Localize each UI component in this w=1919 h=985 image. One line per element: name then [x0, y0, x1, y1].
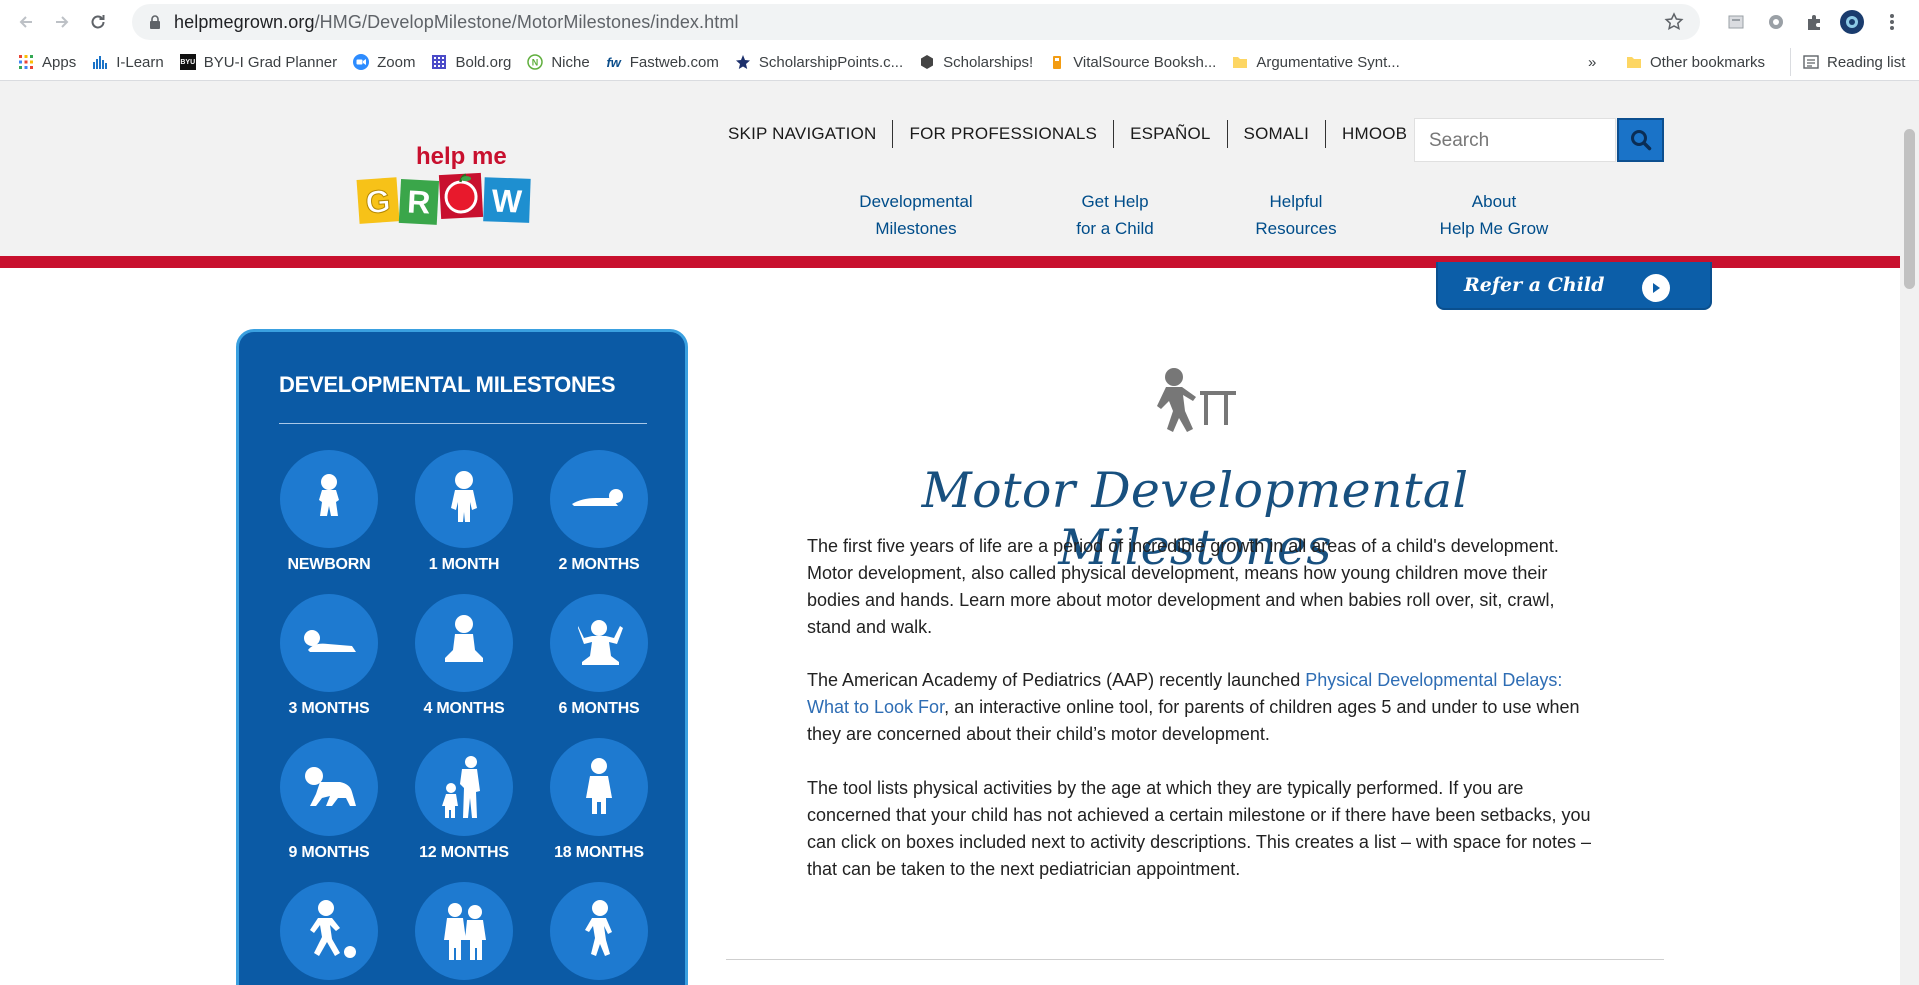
bookmark-scholarships[interactable]: Scholarships!: [911, 48, 1041, 76]
bookmark-zoom[interactable]: Zoom: [345, 48, 423, 76]
reload-icon[interactable]: [80, 4, 116, 40]
bookmark-argumentative[interactable]: Argumentative Synt...: [1224, 48, 1407, 76]
ilearn-icon: [92, 54, 108, 70]
search-input[interactable]: Search: [1414, 118, 1616, 162]
help-me-grow-logo[interactable]: help me G R W: [356, 140, 552, 230]
extension-page-icon[interactable]: [1724, 10, 1748, 34]
profile-avatar[interactable]: [1840, 10, 1864, 34]
sidebar-divider: [279, 423, 647, 424]
somali-link[interactable]: SOMALI: [1228, 121, 1325, 147]
milestone-newborn[interactable]: NEWBORN: [269, 450, 389, 574]
star-badge-icon: [735, 54, 751, 70]
forward-icon[interactable]: [44, 4, 80, 40]
folder-icon: [1232, 54, 1248, 70]
address-bar[interactable]: helpmegrown.org/HMG/DevelopMilestone/Mot…: [132, 4, 1700, 40]
milestone-1-month[interactable]: 1 MONTH: [404, 450, 524, 574]
bookmark-other[interactable]: Other bookmarks: [1618, 48, 1773, 76]
bookmark-scholarshippoints[interactable]: ScholarshipPoints.c...: [727, 48, 911, 76]
lock-icon: [150, 15, 160, 29]
menu-kebab-icon[interactable]: [1880, 10, 1904, 34]
milestone-3-months[interactable]: 3 MONTHS: [269, 594, 389, 718]
intro-paragraph: The first five years of life are a perio…: [807, 536, 1559, 637]
espanol-link[interactable]: ESPAÑOL: [1114, 121, 1226, 147]
parent-child-walking-icon: [415, 738, 513, 836]
child-jumping-icon: [550, 882, 648, 980]
milestone-3-years[interactable]: [404, 882, 524, 980]
byu-icon: BYU: [179, 54, 196, 70]
svg-text:R: R: [406, 183, 431, 220]
toddler-cruising-icon: [1150, 365, 1240, 445]
bold-icon: [431, 54, 447, 70]
search-button[interactable]: [1617, 118, 1664, 162]
baby-sitting-icon: [415, 594, 513, 692]
baby-arms-up-icon: [550, 594, 648, 692]
scrollbar-thumb[interactable]: [1904, 129, 1915, 289]
browser-window: helpmegrown.org/HMG/DevelopMilestone/Mot…: [0, 0, 1919, 985]
play-arrow-icon: [1642, 274, 1670, 302]
baby-crawling-icon: [280, 738, 378, 836]
niche-icon: N: [527, 54, 544, 70]
for-professionals-link[interactable]: FOR PROFESSIONALS: [893, 121, 1113, 147]
svg-text:help me: help me: [416, 143, 507, 170]
milestone-2-years[interactable]: [269, 882, 389, 980]
bookmark-apps[interactable]: Apps: [10, 48, 84, 76]
bookmark-ilearn[interactable]: I-Learn: [84, 48, 172, 76]
apps-grid-icon: [18, 54, 34, 70]
bookmark-byu-grad-planner[interactable]: BYU BYU-I Grad Planner: [172, 48, 345, 76]
url-text: helpmegrown.org/HMG/DevelopMilestone/Mot…: [174, 11, 739, 32]
svg-text:N: N: [532, 58, 539, 68]
milestones-sidebar: DEVELOPMENTAL MILESTONES NEWBORN 1 MONTH…: [236, 329, 688, 985]
milestone-2-months[interactable]: 2 MONTHS: [539, 450, 659, 574]
milestone-9-months[interactable]: 9 MONTHS: [269, 738, 389, 862]
vitalsource-icon: [1049, 54, 1065, 70]
fastweb-icon: fw: [606, 54, 621, 70]
nav-get-help[interactable]: Get Help for a Child: [1060, 188, 1170, 242]
extensions-puzzle-icon[interactable]: [1802, 10, 1826, 34]
toddler-standing-icon: [550, 738, 648, 836]
refer-a-child-button[interactable]: Refer a Child: [1436, 262, 1712, 310]
skip-navigation-link[interactable]: SKIP NAVIGATION: [712, 121, 892, 147]
aap-paragraph: The American Academy of Pediatrics (AAP)…: [807, 670, 1580, 744]
search-icon: [1630, 130, 1651, 151]
milestone-4-months[interactable]: 4 MONTHS: [404, 594, 524, 718]
svg-text:G: G: [364, 183, 391, 221]
back-icon[interactable]: [8, 4, 44, 40]
zoom-icon: [353, 54, 370, 70]
nav-about[interactable]: About Help Me Grow: [1432, 188, 1556, 242]
content-divider: [726, 959, 1664, 960]
hmoob-link[interactable]: HMOOB: [1326, 121, 1423, 147]
infant-icon: [415, 450, 513, 548]
svg-text:W: W: [491, 183, 523, 220]
newborn-icon: [280, 450, 378, 548]
milestone-12-months[interactable]: 12 MONTHS: [404, 738, 524, 862]
bookmarks-bar: Apps I-Learn BYU BYU-I Grad Planner Zoom …: [0, 44, 1919, 81]
page-scrollbar[interactable]: [1900, 81, 1919, 985]
bookmark-niche[interactable]: N Niche: [519, 48, 597, 76]
bookmarks-overflow[interactable]: »: [1580, 48, 1604, 76]
child-kicking-ball-icon: [280, 882, 378, 980]
baby-lying-icon: [550, 450, 648, 548]
reading-list-icon: [1803, 54, 1819, 70]
extension-gear-icon[interactable]: [1764, 10, 1788, 34]
browser-toolbar: helpmegrown.org/HMG/DevelopMilestone/Mot…: [0, 0, 1919, 44]
milestone-18-months[interactable]: 18 MONTHS: [539, 738, 659, 862]
bookmark-fastweb[interactable]: fw Fastweb.com: [598, 48, 727, 76]
reading-list[interactable]: Reading list: [1790, 48, 1913, 76]
nav-helpful-resources[interactable]: Helpful Resources: [1246, 188, 1346, 242]
bookmark-bold[interactable]: Bold.org: [423, 48, 519, 76]
utility-nav: SKIP NAVIGATION FOR PROFESSIONALS ESPAÑO…: [712, 120, 1423, 148]
hexagon-icon: [919, 54, 935, 70]
sidebar-title: DEVELOPMENTAL MILESTONES: [279, 372, 616, 397]
logo-graphic: help me G R W: [356, 143, 531, 225]
folder-icon: [1626, 54, 1642, 70]
tool-paragraph: The tool lists physical activities by th…: [807, 778, 1592, 879]
milestone-6-months[interactable]: 6 MONTHS: [539, 594, 659, 718]
bookmark-vitalsource[interactable]: VitalSource Booksh...: [1041, 48, 1224, 76]
milestone-4-years[interactable]: [539, 882, 659, 980]
bookmark-star-icon[interactable]: [1664, 12, 1684, 32]
baby-tummy-icon: [280, 594, 378, 692]
two-children-icon: [415, 882, 513, 980]
nav-developmental-milestones[interactable]: Developmental Milestones: [848, 188, 984, 242]
